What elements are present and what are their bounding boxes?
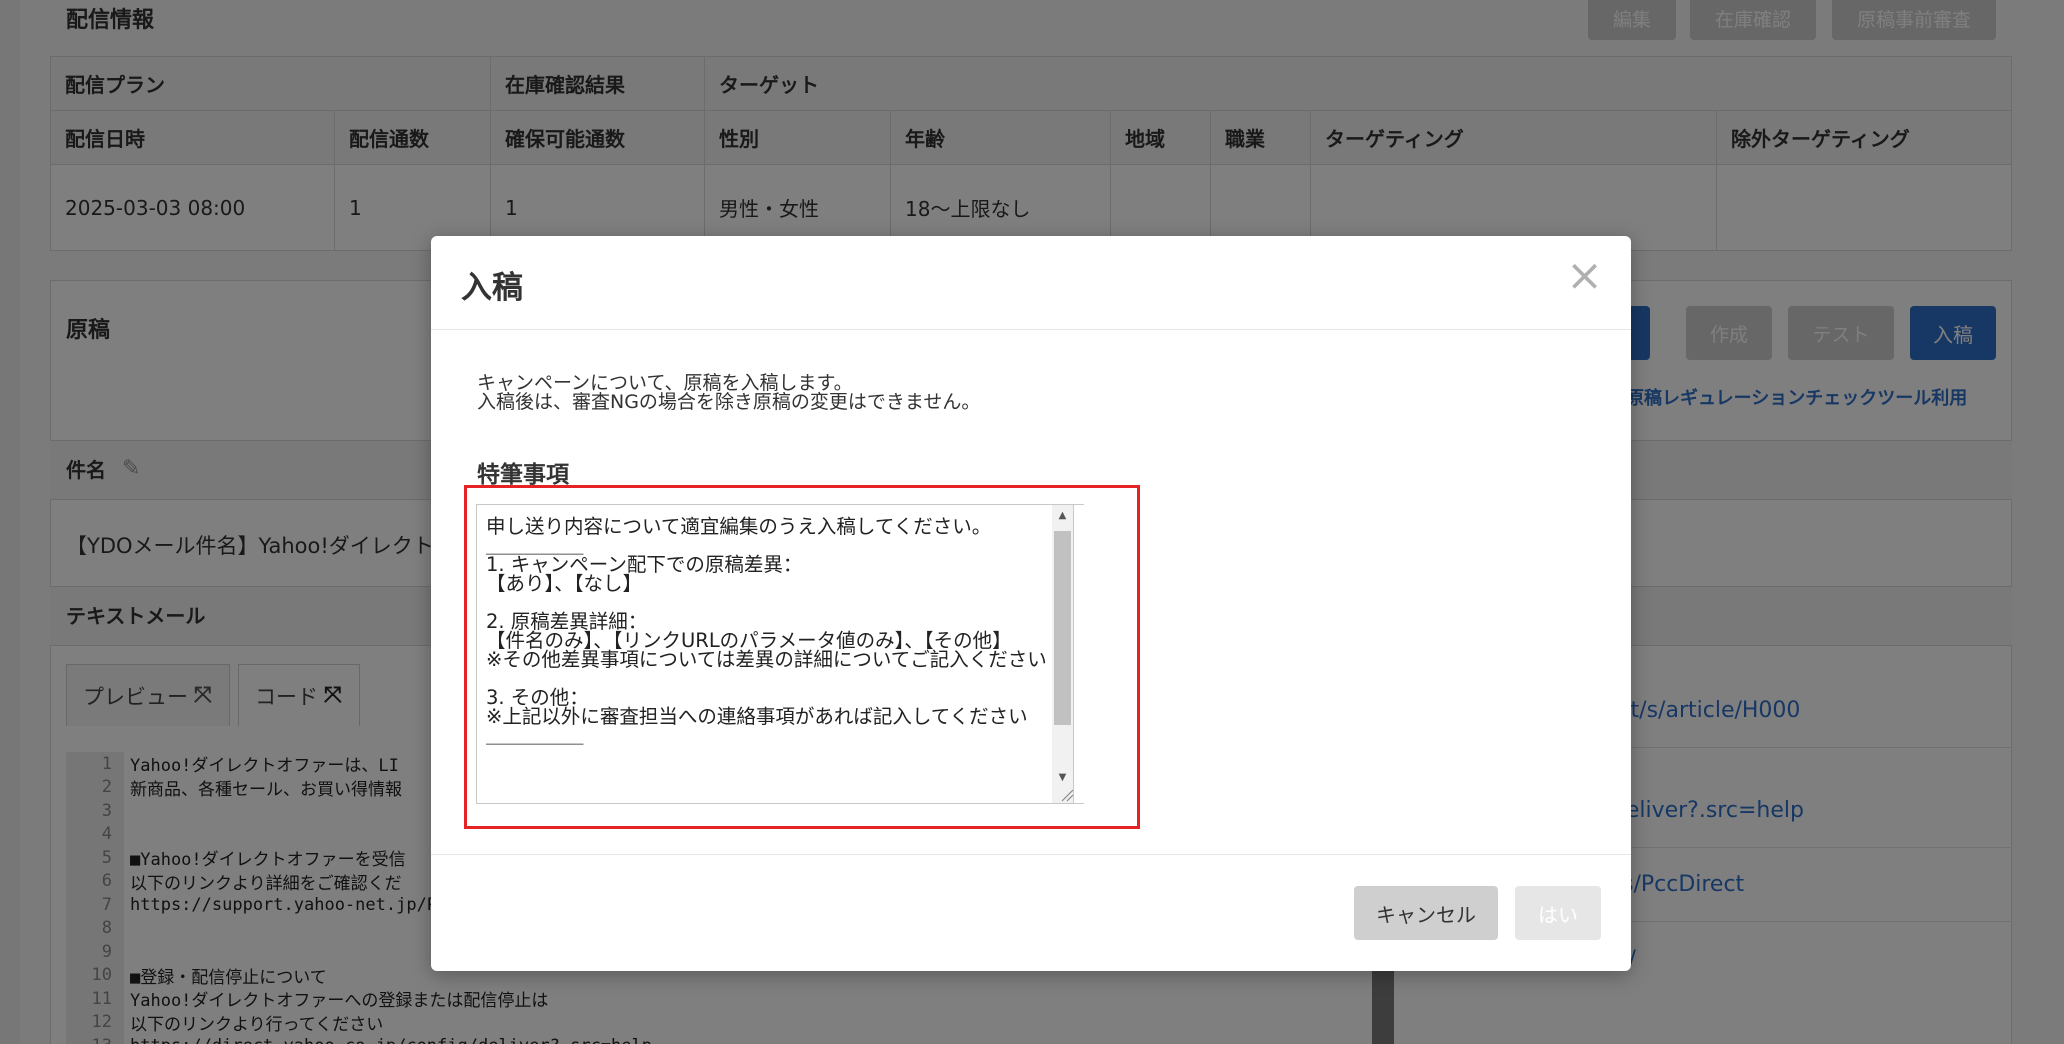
scroll-up-icon[interactable]: ▲ [1052, 505, 1073, 525]
scroll-thumb[interactable] [1054, 531, 1071, 725]
modal-footer [431, 854, 1631, 855]
cancel-button[interactable]: キャンセル [1354, 886, 1498, 940]
notes-textarea[interactable]: 申し送り内容について適宜編集のうえ入稿してください。 ＿＿＿＿＿ 1. キャンペ… [476, 504, 1084, 804]
modal-header: 入稿 × [431, 236, 1631, 330]
resize-grip-icon[interactable] [1060, 788, 1074, 802]
modal-description: キャンペーンについて、原稿を入稿します。 入稿後は、審査NGの場合を除き原稿の変… [477, 374, 980, 412]
yes-button[interactable]: はい [1515, 886, 1601, 940]
modal-title: 入稿 [461, 270, 523, 306]
submit-modal: 入稿 × キャンペーンについて、原稿を入稿します。 入稿後は、審査NGの場合を除… [431, 236, 1631, 971]
modal-desc-line2: 入稿後は、審査NGの場合を除き原稿の変更はできません。 [477, 391, 981, 413]
close-icon[interactable]: × [1566, 254, 1603, 298]
textarea-scrollbar[interactable]: ▲ ▼ [1052, 504, 1074, 804]
scroll-down-icon[interactable]: ▼ [1052, 767, 1073, 787]
notes-label: 特筆事項 [477, 462, 569, 488]
